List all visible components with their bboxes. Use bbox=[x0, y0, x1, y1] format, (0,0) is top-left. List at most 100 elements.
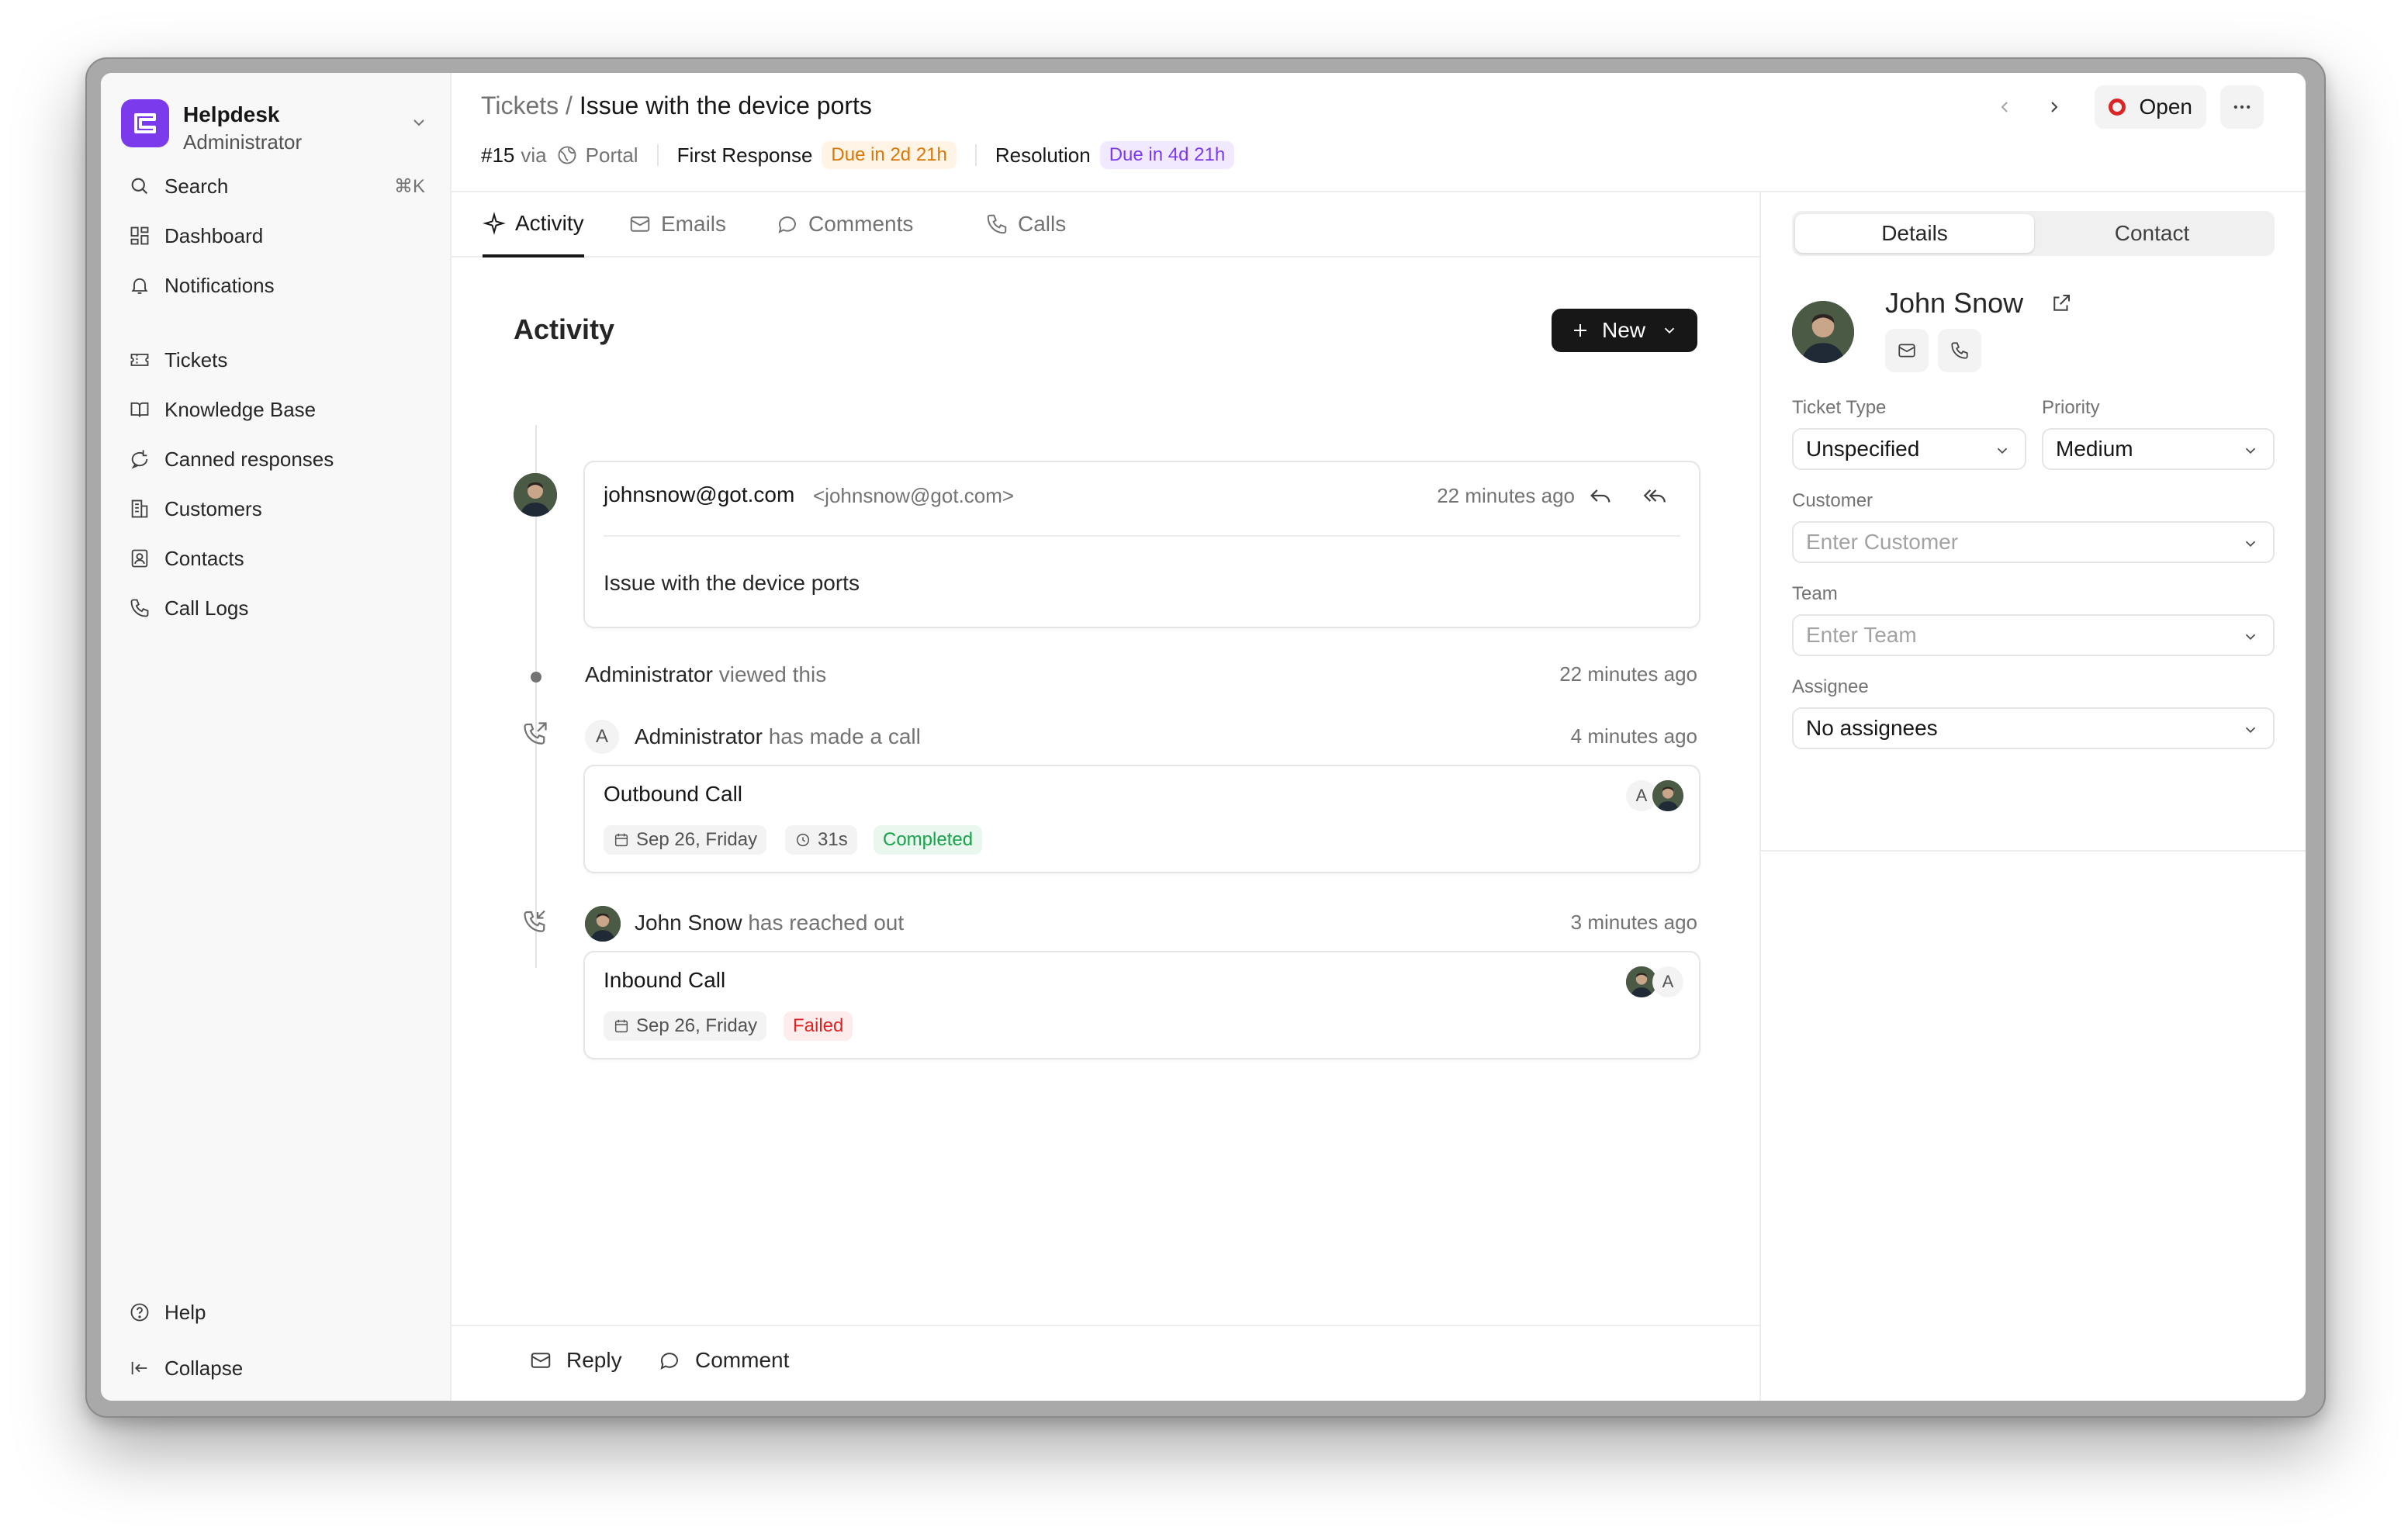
helpdesk-logo-icon bbox=[121, 99, 169, 147]
tab-calls[interactable]: Calls bbox=[985, 192, 1066, 256]
user-role: Administrator bbox=[183, 130, 303, 154]
sidebar-item-collapse[interactable]: Collapse bbox=[115, 1346, 436, 1390]
call-date-chip: Sep 26, Friday bbox=[604, 1011, 767, 1041]
assignee-select[interactable]: No assignees bbox=[1792, 707, 2275, 749]
next-ticket-button[interactable] bbox=[2033, 85, 2076, 129]
more-options-button[interactable] bbox=[2220, 85, 2264, 129]
ticket-source: Portal bbox=[585, 143, 638, 167]
customer-placeholder: Enter Customer bbox=[1806, 530, 1959, 554]
call-date: Sep 26, Friday bbox=[636, 1015, 758, 1036]
sidebar-item-label: Help bbox=[164, 1300, 206, 1324]
collapse-icon bbox=[127, 1356, 152, 1381]
tab-label: Activity bbox=[515, 211, 584, 235]
email-sender-name: johnsnow@got.com bbox=[604, 482, 795, 506]
participant-avatar bbox=[1652, 780, 1683, 811]
details-panel: Details Contact John Snow Ticket Type Pr… bbox=[1761, 192, 2306, 1401]
sidebar-item-contacts[interactable]: Contacts bbox=[115, 537, 436, 580]
contact-card-icon bbox=[127, 546, 152, 571]
workspace-switcher[interactable]: Helpdesk Administrator bbox=[121, 99, 431, 154]
outbound-call-card[interactable]: Outbound Call A Sep 26, Friday 31s Compl… bbox=[583, 765, 1700, 873]
outbound-call-event: Administrator has made a call 4 minutes … bbox=[635, 724, 1697, 755]
sidebar-item-knowledge-base[interactable]: Knowledge Base bbox=[115, 388, 436, 431]
avatar bbox=[514, 473, 557, 517]
previous-ticket-button[interactable] bbox=[1983, 85, 2026, 129]
status-dropdown[interactable]: Open bbox=[2094, 85, 2206, 129]
sidebar-item-tickets[interactable]: Tickets bbox=[115, 338, 436, 382]
tab-label: Emails bbox=[661, 212, 727, 236]
tab-activity[interactable]: Activity bbox=[483, 192, 584, 257]
reply-button[interactable]: Reply bbox=[529, 1348, 622, 1373]
new-activity-button[interactable]: New bbox=[1552, 309, 1697, 352]
sidebar-item-dashboard[interactable]: Dashboard bbox=[115, 214, 436, 257]
sidebar-item-search[interactable]: Search ⌘K bbox=[115, 164, 436, 208]
inbound-call-card[interactable]: Inbound Call A Sep 26, Friday Failed bbox=[583, 951, 1700, 1059]
customer-select[interactable]: Enter Customer bbox=[1792, 521, 2275, 563]
tab-contact[interactable]: Contact bbox=[2033, 214, 2271, 253]
ticket-icon bbox=[127, 347, 152, 372]
status-indicator-icon bbox=[2108, 98, 2126, 116]
breadcrumb-separator: / bbox=[566, 92, 573, 119]
chevron-down-icon bbox=[2245, 727, 2256, 734]
call-contact-button[interactable] bbox=[1938, 329, 1981, 372]
event-actor: Administrator bbox=[635, 724, 763, 748]
reply-all-icon[interactable] bbox=[1642, 482, 1668, 509]
sidebar-item-notifications[interactable]: Notifications bbox=[115, 264, 436, 307]
sidebar-item-label: Canned responses bbox=[164, 447, 334, 471]
event-actor: Administrator bbox=[585, 662, 713, 686]
team-placeholder: Enter Team bbox=[1806, 623, 1917, 647]
divider bbox=[974, 144, 977, 166]
sidebar-item-customers[interactable]: Customers bbox=[115, 487, 436, 530]
calendar-icon bbox=[614, 1019, 628, 1033]
ticket-id: #15 bbox=[481, 143, 515, 167]
email-card[interactable]: johnsnow@got.com <johnsnow@got.com> 22 m… bbox=[583, 461, 1700, 628]
email-sender-address: <johnsnow@got.com> bbox=[813, 484, 1015, 507]
tab-details[interactable]: Details bbox=[1795, 214, 2034, 253]
inbound-call-event: John Snow has reached out 3 minutes ago bbox=[635, 911, 1697, 942]
resolution-label: Resolution bbox=[995, 143, 1091, 167]
priority-select[interactable]: Medium bbox=[2042, 428, 2275, 470]
sidebar-item-help[interactable]: Help bbox=[115, 1291, 436, 1334]
call-title: Inbound Call bbox=[604, 968, 726, 992]
app-window: Helpdesk Administrator Search ⌘K Dashboa… bbox=[101, 73, 2306, 1401]
team-select[interactable]: Enter Team bbox=[1792, 614, 2275, 656]
email-body: Issue with the device ports bbox=[604, 571, 860, 595]
priority-value: Medium bbox=[2056, 437, 2133, 461]
external-link-icon[interactable] bbox=[2050, 292, 2073, 315]
call-duration: 31s bbox=[818, 829, 848, 850]
chevron-down-icon bbox=[413, 119, 424, 126]
status-badge: Failed bbox=[784, 1011, 853, 1041]
assignee-value: No assignees bbox=[1806, 716, 1938, 740]
reply-label: Reply bbox=[566, 1348, 622, 1372]
more-horizontal-icon bbox=[2233, 105, 2251, 109]
page-title: Issue with the device ports bbox=[579, 92, 872, 119]
divider bbox=[1761, 850, 2306, 852]
tab-label: Comments bbox=[808, 212, 914, 236]
tab-emails[interactable]: Emails bbox=[628, 192, 726, 256]
chevron-left-icon bbox=[2001, 102, 2008, 112]
clock-icon bbox=[796, 833, 810, 847]
tab-comments[interactable]: Comments bbox=[776, 192, 913, 256]
main-area: Tickets / Issue with the device ports #1… bbox=[452, 73, 2306, 1401]
reply-icon[interactable] bbox=[1587, 482, 1614, 509]
app-name: Helpdesk bbox=[183, 102, 280, 126]
ticket-type-value: Unspecified bbox=[1806, 437, 1920, 461]
sidebar-item-label: Call Logs bbox=[164, 596, 249, 620]
ticket-header: Tickets / Issue with the device ports #1… bbox=[452, 73, 2306, 192]
sidebar-item-label: Contacts bbox=[164, 546, 244, 570]
divider bbox=[656, 144, 659, 166]
breadcrumb-tickets[interactable]: Tickets bbox=[481, 92, 559, 119]
status-label: Open bbox=[2139, 95, 2193, 119]
comment-button[interactable]: Comment bbox=[658, 1348, 789, 1373]
activity-panel: Activity Emails Comments Calls Activity bbox=[452, 192, 1761, 1401]
plus-icon bbox=[1573, 324, 1586, 337]
comment-icon bbox=[778, 216, 796, 233]
call-duration-chip: 31s bbox=[785, 825, 857, 855]
sidebar-item-label: Notifications bbox=[164, 273, 275, 297]
event-timestamp: 3 minutes ago bbox=[1570, 911, 1697, 934]
phone-icon bbox=[127, 596, 152, 620]
call-date: Sep 26, Friday bbox=[636, 829, 758, 850]
sidebar-item-call-logs[interactable]: Call Logs bbox=[115, 586, 436, 630]
ticket-type-select[interactable]: Unspecified bbox=[1792, 428, 2026, 470]
sidebar-item-canned-responses[interactable]: Canned responses bbox=[115, 437, 436, 481]
email-contact-button[interactable] bbox=[1885, 329, 1929, 372]
